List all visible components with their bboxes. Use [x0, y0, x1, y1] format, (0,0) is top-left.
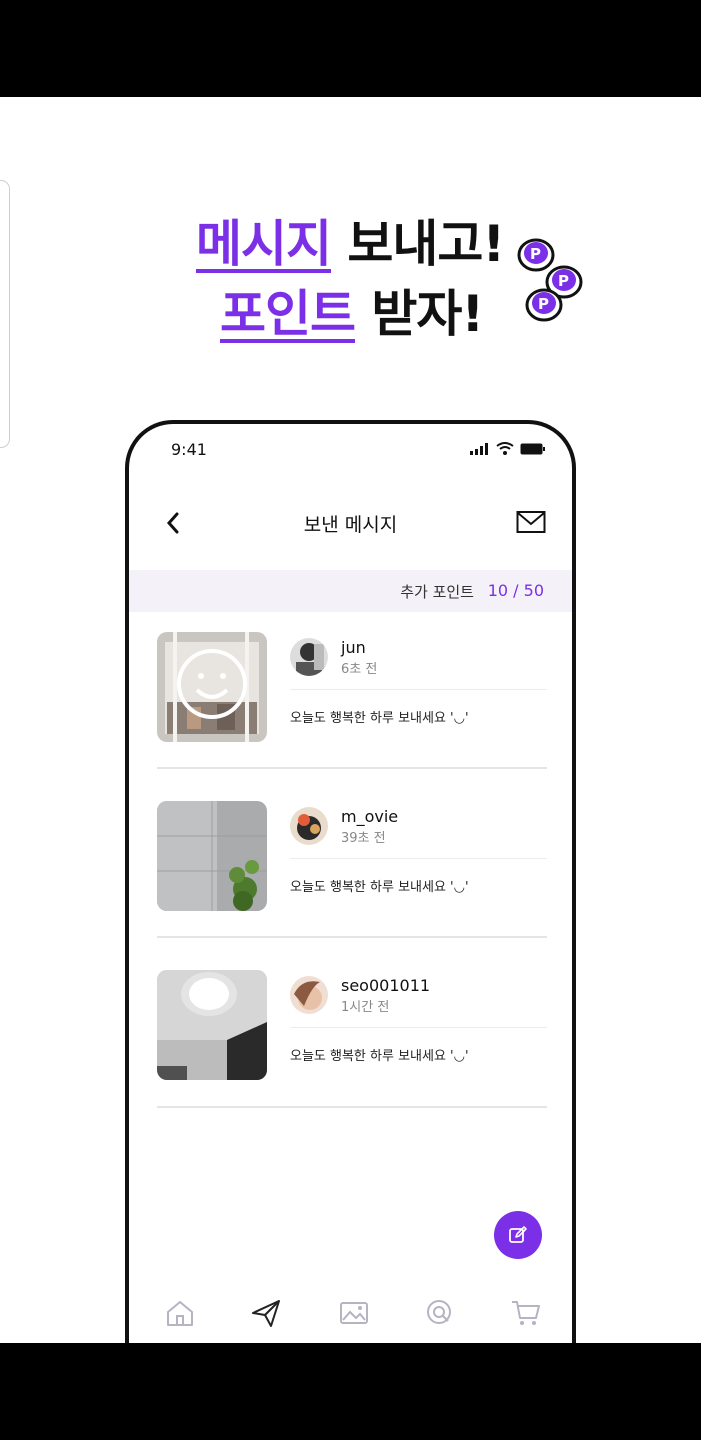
side-panel-handle[interactable]	[0, 180, 10, 448]
svg-text:P: P	[558, 272, 569, 290]
svg-text:P: P	[538, 295, 549, 313]
coins-icon: P P P	[514, 227, 594, 327]
points-label: 추가 포인트	[400, 583, 474, 601]
message-text: 오늘도 행복한 하루 보내세요 '◡'	[290, 1049, 469, 1064]
signal-icon	[470, 442, 488, 455]
message-separator	[290, 858, 547, 859]
wifi-icon	[496, 442, 514, 455]
status-icons	[470, 442, 546, 455]
headline-accent-points: 포인트	[220, 285, 356, 343]
message-time: 6초 전	[341, 662, 378, 677]
tab-bar	[129, 1296, 572, 1336]
message-time: 39초 전	[341, 831, 386, 846]
headline-text-send: 보내고!	[331, 215, 505, 273]
message-text: 오늘도 행복한 하루 보내세요 '◡'	[290, 711, 469, 726]
cart-icon[interactable]	[509, 1296, 543, 1330]
item-divider	[157, 936, 547, 938]
edit-icon	[509, 1226, 527, 1243]
message-item[interactable]: seo001011 1시간 전 오늘도 행복한 하루 보내세요 '◡'	[157, 970, 547, 1138]
avatar	[290, 807, 328, 845]
avatar	[290, 638, 328, 676]
status-bar: 9:41	[129, 424, 572, 484]
gallery-icon[interactable]	[337, 1296, 371, 1330]
mail-icon[interactable]	[516, 510, 546, 534]
item-divider	[157, 767, 547, 769]
battery-icon	[520, 443, 545, 454]
message-item[interactable]: jun 6초 전 오늘도 행복한 하루 보내세요 '◡'	[157, 632, 547, 800]
item-divider	[157, 1106, 547, 1108]
avatar	[290, 976, 328, 1014]
message-separator	[290, 1027, 547, 1028]
message-separator	[290, 689, 547, 690]
message-photo	[157, 632, 267, 742]
status-time: 9:41	[171, 440, 207, 459]
phone-mockup: 9:41 보낸 메시지 추가 포인트 10 / 50 jun 6초 전 오늘도 …	[125, 420, 576, 1343]
message-text: 오늘도 행복한 하루 보내세요 '◡'	[290, 880, 469, 895]
headline-line-1: 메시지 보내고!	[196, 209, 505, 279]
send-icon[interactable]	[249, 1296, 283, 1330]
message-username: jun	[341, 638, 366, 657]
message-photo	[157, 970, 267, 1080]
app-header: 보낸 메시지	[129, 504, 572, 544]
page-title: 보낸 메시지	[303, 514, 398, 536]
message-photo	[157, 801, 267, 911]
svg-text:P: P	[530, 245, 541, 263]
headline-line-2: 포인트 받자!	[220, 279, 484, 349]
compose-button[interactable]	[494, 1211, 542, 1259]
bottom-letterbox	[0, 1343, 701, 1440]
headline-text-get: 받자!	[355, 285, 484, 343]
message-item[interactable]: m_ovie 39초 전 오늘도 행복한 하루 보내세요 '◡'	[157, 801, 547, 969]
message-username: seo001011	[341, 976, 431, 995]
points-value: 10 / 50	[487, 581, 544, 600]
message-time: 1시간 전	[341, 1000, 390, 1015]
search-icon[interactable]	[423, 1296, 457, 1330]
promo-canvas: 메시지 보내고! 포인트 받자! P P P 9:41 보낸 메시지 추가 포인…	[0, 97, 701, 1343]
points-bar: 추가 포인트 10 / 50	[129, 570, 572, 612]
message-username: m_ovie	[341, 807, 399, 826]
home-icon[interactable]	[163, 1296, 197, 1330]
top-letterbox	[0, 0, 701, 97]
headline-accent-message: 메시지	[196, 215, 332, 273]
